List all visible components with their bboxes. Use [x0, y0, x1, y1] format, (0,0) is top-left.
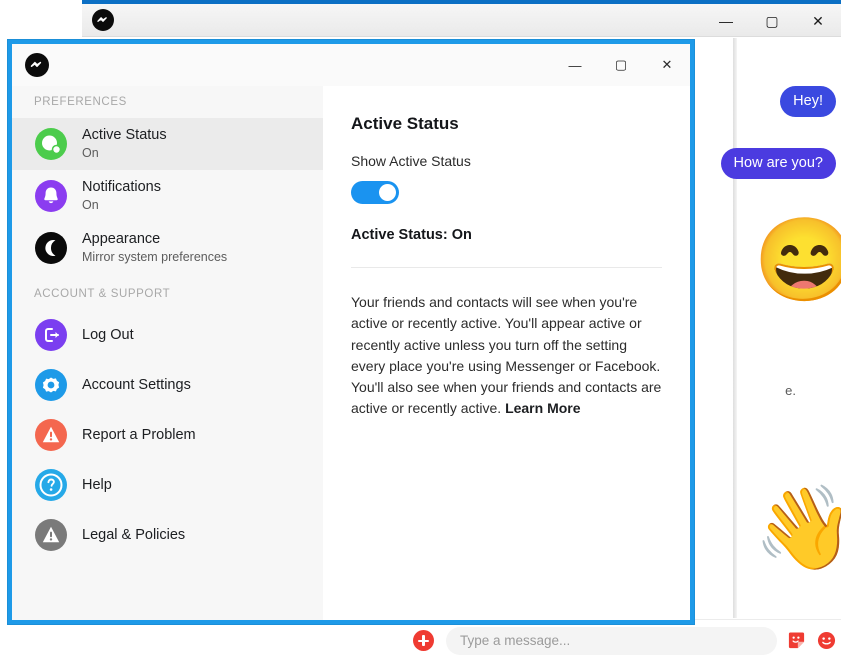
active-status-icon — [34, 127, 68, 161]
minimize-button[interactable]: — — [703, 4, 749, 37]
sidebar-item-notifications[interactable]: Notifications On — [12, 170, 323, 222]
sidebar-item-active-status[interactable]: Active Status On — [12, 118, 323, 170]
dialog-maximize-button[interactable]: ▢ — [598, 44, 644, 86]
show-active-status-label: Show Active Status — [351, 153, 471, 169]
sidebar-item-label: Log Out — [82, 326, 134, 343]
status-badge: Active Status: On — [351, 227, 472, 243]
composer-icons — [787, 631, 841, 650]
warning-icon — [34, 518, 68, 552]
settings-content-panel: Active Status Show Active Status Active … — [323, 86, 690, 620]
learn-more-link[interactable]: Learn More — [505, 400, 580, 416]
page-title: Active Status — [351, 114, 459, 133]
clipped-message-text: e. — [785, 383, 796, 398]
sidebar-item-legal-and-policies[interactable]: Legal & Policies — [12, 510, 323, 560]
logout-icon — [34, 318, 68, 352]
message-composer — [397, 619, 841, 661]
sidebar-item-label: Help — [82, 476, 112, 493]
close-button[interactable]: ✕ — [795, 4, 841, 37]
moon-icon — [34, 231, 68, 265]
section-divider — [351, 267, 662, 268]
chat-bubble-outgoing[interactable]: Hey! — [780, 86, 836, 117]
sidebar-item-help[interactable]: Help — [12, 460, 323, 510]
dialog-minimize-button[interactable]: — — [552, 44, 598, 86]
bell-icon — [34, 179, 68, 213]
description-text: Your friends and contacts will see when … — [351, 294, 662, 417]
question-icon — [34, 468, 68, 502]
settings-dialog-body: PREFERENCES Active Status On Notificatio… — [12, 86, 690, 620]
message-input[interactable] — [446, 626, 777, 655]
settings-dialog-titlebar: — ▢ ✕ — [12, 44, 690, 86]
chat-thread: Hey! How are you? 😄 e. 👋 — [720, 38, 841, 618]
sidebar-item-label: Active Status — [82, 127, 167, 143]
sidebar-item-label: Account Settings — [82, 376, 191, 393]
maximize-button[interactable]: ▢ — [749, 4, 795, 37]
dialog-close-button[interactable]: ✕ — [644, 44, 690, 86]
smiling-face-emoji: 😄 — [753, 215, 841, 306]
warning-icon — [34, 418, 68, 452]
sidebar-item-sublabel: On — [82, 198, 99, 213]
active-status-description: Your friends and contacts will see when … — [351, 292, 662, 420]
sidebar-item-report-a-problem[interactable]: Report a Problem — [12, 410, 323, 460]
sidebar-item-label: Appearance — [82, 231, 161, 247]
messenger-logo-icon — [91, 8, 115, 32]
screen: — ▢ ✕ Hey! How are you? 😄 e. 👋 Type a me… — [0, 0, 841, 665]
sidebar-section-header-account-support: ACCOUNT & SUPPORT — [34, 288, 171, 300]
sidebar-item-label: Notifications — [82, 179, 161, 195]
toggle-knob — [379, 184, 396, 201]
active-status-toggle[interactable] — [351, 181, 399, 204]
waving-hand-emoji: 👋 — [753, 483, 841, 574]
sidebar-item-account-settings[interactable]: Account Settings — [12, 360, 323, 410]
chat-bubble-outgoing[interactable]: How are you? — [720, 148, 836, 179]
emoji-icon[interactable] — [817, 631, 836, 650]
gear-icon — [34, 368, 68, 402]
sidebar-item-label: Legal & Policies — [82, 526, 186, 543]
settings-sidebar: PREFERENCES Active Status On Notificatio… — [12, 86, 323, 620]
sidebar-item-log-out[interactable]: Log Out — [12, 310, 323, 360]
main-window-controls[interactable]: — ▢ ✕ — [703, 4, 841, 37]
settings-window-controls[interactable]: — ▢ ✕ — [552, 44, 690, 86]
messenger-logo-icon — [24, 52, 50, 78]
sidebar-item-label: Report a Problem — [82, 426, 196, 443]
sticker-icon[interactable] — [787, 631, 806, 650]
sidebar-item-appearance[interactable]: Appearance Mirror system preferences — [12, 222, 323, 274]
sidebar-section-header-preferences: PREFERENCES — [34, 96, 127, 108]
sidebar-item-sublabel: On — [82, 146, 99, 161]
sidebar-item-sublabel: Mirror system preferences — [82, 250, 228, 265]
add-attachment-button[interactable] — [413, 630, 434, 651]
settings-dialog: — ▢ ✕ PREFERENCES Active Status On Notif… — [12, 44, 690, 620]
